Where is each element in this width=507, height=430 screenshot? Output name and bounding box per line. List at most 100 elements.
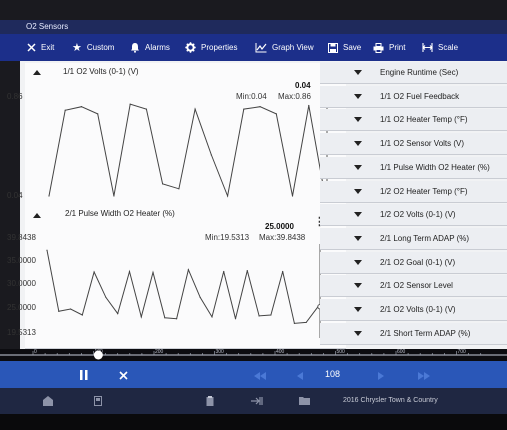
folder-icon[interactable] <box>299 396 310 405</box>
connect-icon[interactable] <box>251 396 263 406</box>
sensor-row[interactable]: 2/1 O2 Volts (0-1) (V) <box>320 299 507 321</box>
sensor-label: 1/2 O2 Heater Temp (°F) <box>380 186 468 196</box>
print-button[interactable]: Print <box>373 34 405 61</box>
chevron-down-icon[interactable] <box>354 283 362 289</box>
sensor-row[interactable]: 1/1 O2 Heater Temp (°F) <box>320 109 507 132</box>
data-point <box>140 316 142 318</box>
sensor-row[interactable]: 2/1 Short Term ADAP (%) <box>320 322 507 345</box>
data-point <box>210 154 212 156</box>
data-point <box>97 113 99 115</box>
data-point <box>259 106 261 108</box>
chevron-down-icon[interactable] <box>354 188 362 194</box>
data-point <box>226 195 229 197</box>
graph-view-button[interactable]: Graph View <box>255 34 314 61</box>
data-point <box>291 195 294 197</box>
chevron-down-icon[interactable] <box>354 330 362 336</box>
pause-icon[interactable] <box>80 370 88 380</box>
timeline-tick-label: 700 <box>458 349 467 355</box>
timeline-tick-label: 300 <box>216 349 225 355</box>
sensor-label: 2/1 O2 Sensor Level <box>380 281 453 291</box>
data-point <box>211 316 213 318</box>
printer-icon <box>373 42 384 53</box>
scale-button[interactable]: Scale <box>422 34 458 61</box>
save-icon <box>328 42 338 53</box>
chevron-down-icon[interactable] <box>354 307 362 312</box>
home-icon[interactable] <box>43 396 53 406</box>
data-point <box>194 108 196 110</box>
chevron-down-icon[interactable] <box>354 212 362 218</box>
data-point <box>162 183 164 185</box>
data-point <box>128 270 131 273</box>
step-forward-icon[interactable] <box>378 372 384 380</box>
timeline-scrubber[interactable]: 0100200300400500600700 <box>0 349 507 361</box>
data-point <box>246 269 248 272</box>
scanner-icon[interactable] <box>94 396 102 406</box>
data-point <box>275 113 277 115</box>
series-line <box>48 103 326 198</box>
sensor-row[interactable]: 1/1 O2 Fuel Feedback <box>320 85 507 108</box>
app-screen: O2 Sensors Exit ★ Custom Alarms Properti… <box>0 0 507 430</box>
chevron-down-icon[interactable] <box>354 164 362 170</box>
sensor-list: Engine Runtime (Sec) 1/1 O2 Fuel Feedback… <box>320 62 507 349</box>
sensor-row[interactable]: 2/1 O2 Goal (0-1) (V) <box>320 251 507 274</box>
custom-button[interactable]: ★ Custom <box>72 34 114 61</box>
data-point <box>234 318 237 320</box>
data-point <box>145 108 148 110</box>
playback-bar: 108 <box>0 361 507 388</box>
sensor-row[interactable]: 1/1 O2 Sensor Volts (V) <box>320 133 507 156</box>
data-point <box>93 271 95 273</box>
chevron-down-icon[interactable] <box>354 141 362 147</box>
data-point <box>64 109 66 111</box>
sensor-label: 1/1 O2 Heater Temp (°F) <box>380 115 468 125</box>
data-point <box>199 296 201 299</box>
alarms-button[interactable]: Alarms <box>130 34 170 61</box>
save-button[interactable]: Save <box>328 34 361 61</box>
timeline-tick-label: 400 <box>276 349 285 355</box>
data-point <box>308 104 310 107</box>
scale-label: Scale <box>438 43 459 52</box>
step-back-icon[interactable] <box>297 372 303 380</box>
exit-button[interactable]: Exit <box>27 34 54 61</box>
clipboard-icon[interactable] <box>206 396 214 406</box>
graph-panel-o2-volts: 1/1 O2 Volts (0-1) (V) ⋮ 0.04 Min:0.04 M… <box>7 63 346 209</box>
data-point <box>117 313 119 315</box>
data-point <box>48 195 50 197</box>
properties-button[interactable]: Properties <box>185 34 237 61</box>
chevron-down-icon[interactable] <box>354 235 362 241</box>
data-point <box>81 314 83 316</box>
data-point <box>187 269 189 271</box>
sensor-row[interactable]: Engine Runtime (Sec) <box>320 62 507 84</box>
data-point <box>293 322 296 324</box>
timeline-tick-label: 600 <box>397 349 406 355</box>
graph-panel-pulse-width: 2/1 Pulse Width O2 Heater (%) ⋮ 25.0000 … <box>7 208 346 349</box>
print-label: Print <box>389 43 406 52</box>
device-bezel <box>0 414 507 430</box>
data-point <box>258 315 260 317</box>
gear-icon <box>185 42 196 53</box>
chevron-down-icon[interactable] <box>354 117 362 123</box>
data-point <box>176 318 178 320</box>
sensor-row[interactable]: 2/1 O2 Sensor Level <box>320 275 507 298</box>
chevron-down-icon[interactable] <box>354 259 362 265</box>
sensor-label: Engine Runtime (Sec) <box>380 68 459 77</box>
rewind-icon[interactable] <box>254 372 266 380</box>
stop-playback-icon[interactable] <box>119 371 128 380</box>
sensor-row[interactable]: 2/1 Long Term ADAP (%) <box>320 227 507 250</box>
sensor-label: 2/1 Long Term ADAP (%) <box>380 233 470 243</box>
data-point <box>69 308 72 310</box>
timeline-thumb[interactable] <box>93 350 103 360</box>
data-point <box>80 106 83 108</box>
graph-view-label: Graph View <box>272 43 314 52</box>
sensor-row[interactable]: 1/1 Pulse Width O2 Heater (%) <box>320 156 507 179</box>
pulse-width-plot <box>46 244 323 338</box>
chevron-down-icon[interactable] <box>354 70 362 75</box>
fast-forward-icon[interactable] <box>418 372 430 380</box>
bell-icon <box>131 43 139 53</box>
vehicle-label: 2016 Chrysler Town & Country <box>343 397 438 404</box>
window-title: O2 Sensors <box>0 20 507 34</box>
sensor-row[interactable]: 1/2 O2 Volts (0-1) (V) <box>320 204 507 227</box>
timeline-tick-label: 0 <box>34 349 37 355</box>
sensor-label: 1/1 Pulse Width O2 Heater (%) <box>380 162 490 172</box>
chevron-down-icon[interactable] <box>354 93 362 99</box>
sensor-row[interactable]: 1/2 O2 Heater Temp (°F) <box>320 180 507 203</box>
